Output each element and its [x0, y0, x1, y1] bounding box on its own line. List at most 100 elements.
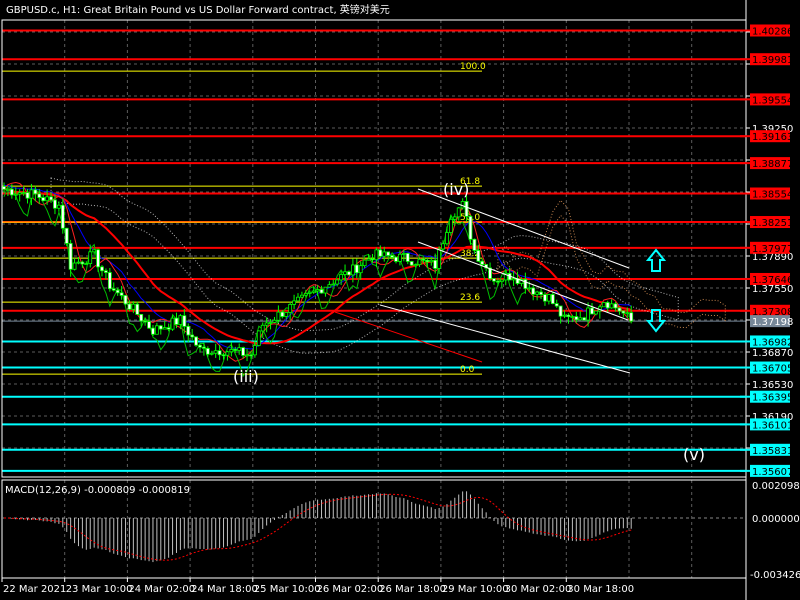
- candle: [2, 186, 6, 190]
- candle: [53, 199, 57, 209]
- candle: [327, 284, 332, 288]
- support-level-price-label: 1.36395: [752, 393, 793, 404]
- candle: [256, 330, 261, 346]
- tenkan-line: [3, 181, 632, 362]
- candle: [198, 344, 202, 348]
- candle: [398, 253, 402, 262]
- candle: [80, 261, 85, 265]
- candle: [225, 351, 230, 356]
- candle: [252, 345, 257, 356]
- candle: [382, 251, 387, 257]
- candle: [56, 204, 61, 209]
- price-tick-label: 1.36530: [752, 380, 793, 391]
- resistance-level-price-label: 1.38251: [752, 218, 793, 229]
- candle: [350, 264, 355, 276]
- candle: [539, 291, 543, 296]
- time-axis[interactable]: 22 Mar 2021 23 Mar 10:0024 Mar 02:0024 Ma…: [1, 578, 634, 595]
- candle: [527, 287, 532, 290]
- candle: [554, 303, 559, 307]
- candle: [296, 296, 300, 302]
- candle: [217, 350, 222, 356]
- candle: [343, 271, 347, 275]
- candle: [546, 294, 551, 302]
- candle: [17, 192, 22, 195]
- chart-title: GBPUSD.c, H1: Great Britain Pound vs US …: [6, 3, 390, 16]
- resistance-level-price-label: 1.40286: [752, 26, 793, 37]
- candle: [433, 259, 438, 269]
- candle: [523, 279, 528, 289]
- candle: [284, 312, 289, 317]
- candle: [76, 261, 81, 264]
- candle: [104, 270, 108, 273]
- candle: [621, 310, 626, 314]
- candle: [401, 253, 406, 255]
- trading-chart[interactable]: 100.061.850.038.223.60.0 (iv) (iii) (v) …: [0, 0, 800, 600]
- candle: [151, 327, 155, 335]
- candle: [186, 325, 191, 336]
- candle: [166, 327, 171, 330]
- candle: [613, 303, 618, 309]
- resistance-level-price-label: 1.38877: [752, 159, 793, 170]
- price-levels: [2, 29, 746, 472]
- candle: [319, 289, 324, 294]
- candle: [464, 201, 469, 217]
- candle: [194, 336, 198, 346]
- candle: [158, 325, 163, 330]
- candle: [566, 314, 571, 318]
- candle: [448, 218, 453, 233]
- candle: [476, 250, 481, 262]
- candle: [292, 300, 296, 305]
- channel-line-middle[interactable]: [417, 241, 629, 321]
- candle: [123, 295, 128, 305]
- candle: [366, 258, 371, 261]
- candle: [578, 317, 583, 321]
- candle: [574, 316, 579, 321]
- candle: [111, 288, 116, 291]
- support-level-price-label: 1.35607: [752, 467, 793, 478]
- candle: [174, 317, 179, 325]
- current-price-label: 1.37198: [752, 317, 793, 328]
- fibonacci-retracement[interactable]: 100.061.850.038.223.60.0: [2, 62, 486, 375]
- fib-level-label: 100.0: [460, 62, 486, 72]
- candle: [413, 264, 418, 267]
- candle: [570, 316, 575, 318]
- candle: [260, 324, 265, 332]
- red-trendline[interactable]: [334, 311, 483, 363]
- candle: [347, 271, 351, 276]
- candle: [45, 196, 50, 202]
- resistance-level-price-label: 1.39981: [752, 55, 793, 66]
- candle: [323, 286, 328, 294]
- candle: [245, 354, 249, 357]
- candle: [331, 283, 336, 286]
- candle: [617, 307, 622, 312]
- support-level-price-label: 1.36705: [752, 364, 793, 375]
- wave-label-v: (v): [683, 445, 705, 464]
- candle: [64, 227, 69, 244]
- candle: [139, 314, 144, 322]
- candle: [390, 255, 394, 258]
- candle: [456, 207, 461, 218]
- candle: [307, 291, 312, 294]
- time-label: 30 Mar 18:00: [567, 584, 634, 595]
- candle: [107, 272, 112, 290]
- candle: [135, 303, 140, 315]
- time-label: 24 Mar 18:00: [191, 584, 258, 595]
- candle: [49, 196, 53, 201]
- candle: [131, 303, 136, 310]
- time-label: 26 Mar 18:00: [379, 584, 446, 595]
- candle: [233, 349, 238, 351]
- candle: [417, 258, 422, 266]
- macd-label: MACD(12,26,9) -0.000809 -0.000819: [5, 485, 190, 496]
- chikou-line: [3, 185, 526, 378]
- candle: [378, 249, 383, 257]
- candle: [178, 315, 183, 325]
- channel-line-lower[interactable]: [379, 304, 631, 374]
- wave-label-iv: (iv): [443, 180, 469, 199]
- candle: [84, 263, 89, 265]
- price-axis[interactable]: 1.392501.378901.375501.368701.365301.361…: [740, 24, 793, 478]
- candle: [452, 216, 457, 220]
- candle: [21, 192, 26, 195]
- candle: [558, 305, 563, 317]
- time-label: 29 Mar 10:00: [442, 584, 509, 595]
- candle: [315, 289, 320, 292]
